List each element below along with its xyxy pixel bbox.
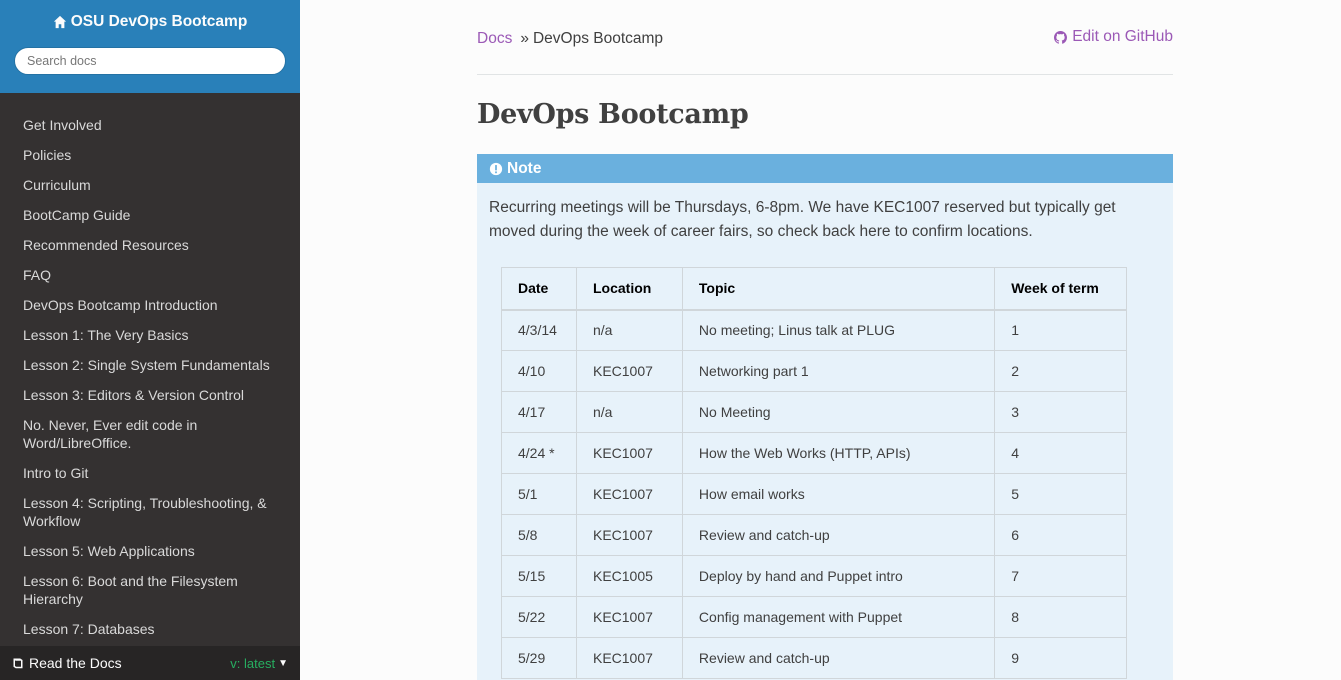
sidebar-nav-item[interactable]: Get Involved <box>0 110 300 140</box>
edit-on-github-link[interactable]: Edit on GitHub <box>1054 28 1173 46</box>
note-admonition: Note Recurring meetings will be Thursday… <box>477 154 1173 680</box>
schedule-table-head: Date Location Topic Week of term <box>501 267 1127 311</box>
sidebar-nav-item[interactable]: BootCamp Guide <box>0 200 300 230</box>
version-label: v: latest <box>230 655 276 671</box>
note-title: Note <box>507 159 542 177</box>
table-row: 4/3/14 n/a No meeting; Linus talk at PLUG 1 <box>501 309 1127 351</box>
read-the-docs-bar[interactable]: Read the Docs v: latest ▼ <box>0 646 300 680</box>
exclamation-circle-icon <box>489 162 503 175</box>
cell-location: KEC1007 <box>575 432 683 474</box>
cell-topic: No meeting; Linus talk at PLUG <box>681 309 996 351</box>
header-location: Location <box>575 267 683 311</box>
sidebar-nav-item[interactable]: Lesson 6: Boot and the Filesystem Hierar… <box>0 566 300 614</box>
sidebar-nav-item[interactable]: Recommended Resources <box>0 230 300 260</box>
breadcrumb-separator: » <box>520 30 529 47</box>
header-date: Date <box>501 267 577 311</box>
cell-location: KEC1007 <box>575 514 683 556</box>
main-content: Docs » DevOps Bootcamp Edit on GitHub De… <box>477 0 1173 680</box>
sidebar-nav-item[interactable]: Intro to Git <box>0 458 300 488</box>
version-selector[interactable]: v: latest ▼ <box>230 656 288 671</box>
table-row: 5/8 KEC1007 Review and catch-up 6 <box>501 514 1127 556</box>
sidebar-nav-item[interactable]: Lesson 2: Single System Fundamentals <box>0 350 300 380</box>
cell-date: 5/15 <box>501 555 577 597</box>
cell-location: KEC1007 <box>575 473 683 515</box>
cell-location: n/a <box>575 309 683 351</box>
cell-date: 4/3/14 <box>501 309 577 351</box>
home-icon <box>53 15 66 29</box>
breadcrumb-current: DevOps Bootcamp <box>532 30 664 47</box>
search-input[interactable] <box>14 47 286 75</box>
sidebar-nav-item[interactable]: Lesson 3: Editors & Version Control <box>0 380 300 410</box>
sidebar-nav-item[interactable]: No. Never, Ever edit code in Word/LibreO… <box>0 410 300 458</box>
sidebar-nav-item[interactable]: FAQ <box>0 260 300 290</box>
sidebar: OSU DevOps Bootcamp Get InvolvedPolicies… <box>0 0 300 680</box>
cell-date: 5/1 <box>501 473 577 515</box>
table-row: 5/22 KEC1007 Config management with Puppet… <box>501 596 1127 638</box>
header-topic: Topic <box>681 267 996 311</box>
table-row: 5/1 KEC1007 How email works 5 <box>501 473 1127 515</box>
cell-week: 8 <box>994 596 1127 638</box>
github-icon <box>1054 30 1068 44</box>
cell-topic: Review and catch-up <box>681 637 996 679</box>
cell-location: n/a <box>575 391 683 433</box>
cell-topic: Networking part 1 <box>681 350 996 392</box>
cell-location: KEC1007 <box>575 637 683 679</box>
table-row: 4/24 * KEC1007 How the Web Works (HTTP, AP… <box>501 432 1127 474</box>
table-row: 5/29 KEC1007 Review and catch-up 9 <box>501 637 1127 679</box>
breadcrumb-docs-link[interactable]: Docs <box>477 30 512 48</box>
brand-label: OSU DevOps Bootcamp <box>70 13 248 30</box>
table-row: 4/10 KEC1007 Networking part 12 <box>501 350 1127 392</box>
rtd-label-group: Read the Docs <box>12 655 122 671</box>
header-week: Week of term <box>994 267 1127 311</box>
brand-link[interactable]: OSU DevOps Bootcamp <box>53 13 248 31</box>
sidebar-nav-item[interactable]: Policies <box>0 140 300 170</box>
cell-date: 5/8 <box>501 514 577 556</box>
note-header: Note <box>477 154 1173 183</box>
cell-week: 9 <box>994 637 1127 679</box>
cell-topic: Config management with Puppet <box>681 596 996 638</box>
sidebar-nav-item[interactable]: DevOps Bootcamp Introduction <box>0 290 300 320</box>
cell-week: 3 <box>994 391 1127 433</box>
table-header-row: Date Location Topic Week of term <box>501 267 1127 311</box>
caret-down-icon: ▼ <box>278 657 288 669</box>
cell-date: 4/24 * <box>501 432 577 474</box>
sidebar-nav-item[interactable]: Lesson 7: Databases <box>0 614 300 644</box>
sidebar-nav-item[interactable]: Lesson 1: The Very Basics <box>0 320 300 350</box>
cell-date: 4/10 <box>501 350 577 392</box>
cell-topic: No Meeting <box>681 391 996 433</box>
breadcrumb-list: Docs » DevOps Bootcamp <box>477 30 663 48</box>
sidebar-nav-item[interactable]: Curriculum <box>0 170 300 200</box>
sidebar-header: OSU DevOps Bootcamp <box>0 0 300 93</box>
edit-on-github-label: Edit on GitHub <box>1072 28 1173 45</box>
table-row: 5/15 KEC1005 Deploy by hand and Puppet int… <box>501 555 1127 597</box>
cell-week: 5 <box>994 473 1127 515</box>
note-text: Recurring meetings will be Thursdays, 6-… <box>489 199 1116 240</box>
cell-week: 2 <box>994 350 1127 392</box>
cell-date: 4/17 <box>501 391 577 433</box>
sidebar-nav-item[interactable]: Lesson 5: Web Applications <box>0 536 300 566</box>
breadcrumb: Docs » DevOps Bootcamp Edit on GitHub <box>477 0 1173 75</box>
cell-topic: How the Web Works (HTTP, APIs) <box>681 432 996 474</box>
cell-date: 5/22 <box>501 596 577 638</box>
search-form <box>14 47 286 75</box>
cell-date: 5/29 <box>501 637 577 679</box>
cell-topic: Review and catch-up <box>681 514 996 556</box>
cell-week: 7 <box>994 555 1127 597</box>
table-row: 4/17 n/a No Meeting 3 <box>501 391 1127 433</box>
page-title: DevOps Bootcamp <box>477 99 749 130</box>
schedule-table-body: 4/3/14 n/a No meeting; Linus talk at PLUG 1… <box>501 309 1127 679</box>
cell-location: KEC1007 <box>575 350 683 392</box>
cell-topic: How email works <box>681 473 996 515</box>
rtd-label: Read the Docs <box>29 655 122 671</box>
schedule-table: Date Location Topic Week of term 4/3/14 n… <box>501 267 1127 679</box>
book-icon <box>13 658 23 669</box>
cell-week: 1 <box>994 309 1127 351</box>
cell-location: KEC1005 <box>575 555 683 597</box>
sidebar-nav-item[interactable]: Lesson 4: Scripting, Troubleshooting, & … <box>0 488 300 536</box>
cell-week: 4 <box>994 432 1127 474</box>
cell-topic: Deploy by hand and Puppet intro <box>681 555 996 597</box>
cell-week: 6 <box>994 514 1127 556</box>
sidebar-nav: Get Involved Policies Curriculum BootCamp G… <box>0 93 300 644</box>
cell-location: KEC1007 <box>575 596 683 638</box>
